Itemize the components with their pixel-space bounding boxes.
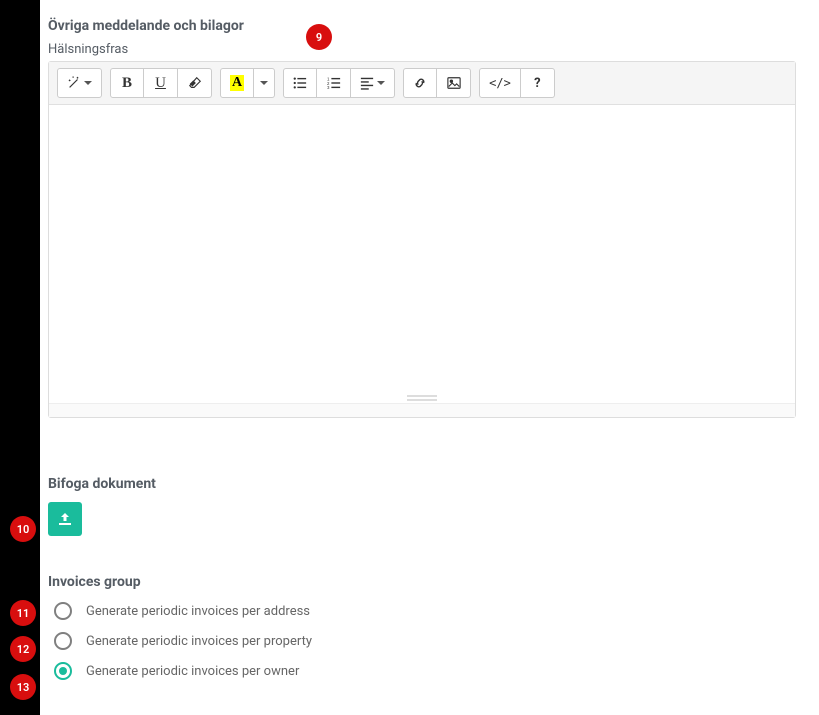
eraser-button[interactable] [178, 68, 212, 98]
bold-button[interactable]: B [110, 68, 144, 98]
caret-down-icon [260, 81, 268, 85]
radio-unchecked-icon[interactable] [54, 602, 72, 620]
greeting-label: Hälsningsfras [48, 42, 819, 57]
radio-unchecked-icon[interactable] [54, 632, 72, 650]
radio-checked-icon[interactable] [54, 662, 72, 680]
invoice-option-owner[interactable]: Generate periodic invoices per owner [48, 662, 819, 680]
annotation-badge-10: 10 [10, 516, 36, 542]
editor-toolbar: B U A [49, 62, 795, 105]
ordered-list-icon: 1 2 3 [327, 76, 341, 90]
messages-heading: Övriga meddelande och bilagor [48, 18, 819, 34]
invoices-heading: Invoices group [48, 574, 819, 590]
editor-resize-handle[interactable] [49, 393, 795, 403]
invoice-option-property[interactable]: Generate periodic invoices per property [48, 632, 819, 650]
paragraph-align-button[interactable] [351, 68, 395, 98]
image-icon [447, 76, 461, 90]
annotation-badge-12: 12 [10, 636, 36, 662]
upload-icon [57, 511, 73, 527]
underline-button[interactable]: U [144, 68, 178, 98]
editor-footer [49, 403, 795, 417]
magic-wand-button[interactable] [57, 68, 102, 98]
align-icon [360, 76, 374, 90]
invoice-option-address[interactable]: Generate periodic invoices per address [48, 602, 819, 620]
annotation-badge-13: 13 [10, 674, 36, 700]
radio-label: Generate periodic invoices per owner [86, 664, 299, 679]
upload-button[interactable] [48, 502, 82, 536]
bold-icon: B [122, 75, 132, 92]
link-button[interactable] [403, 68, 437, 98]
magic-wand-icon [67, 76, 81, 90]
font-color-icon: A [230, 75, 244, 91]
svg-text:3: 3 [327, 85, 330, 90]
help-icon: ? [534, 76, 540, 91]
code-icon: </> [489, 76, 511, 90]
editor-content-area[interactable] [49, 105, 795, 393]
eraser-icon [188, 76, 202, 90]
unordered-list-button[interactable] [283, 68, 317, 98]
font-color-dropdown[interactable] [254, 68, 275, 98]
image-button[interactable] [437, 68, 471, 98]
attach-heading: Bifoga dokument [48, 476, 819, 492]
annotation-badge-11: 11 [10, 600, 36, 626]
link-icon [413, 76, 427, 90]
font-color-button[interactable]: A [220, 68, 254, 98]
help-button[interactable]: ? [521, 68, 555, 98]
annotation-badge-9: 9 [306, 24, 332, 50]
ordered-list-button[interactable]: 1 2 3 [317, 68, 351, 98]
underline-icon: U [155, 75, 166, 92]
caret-down-icon [377, 81, 385, 85]
unordered-list-icon [293, 76, 307, 90]
radio-label: Generate periodic invoices per address [86, 604, 310, 619]
code-view-button[interactable]: </> [479, 68, 521, 98]
caret-down-icon [84, 81, 92, 85]
radio-label: Generate periodic invoices per property [86, 634, 312, 649]
rich-text-editor: B U A [48, 61, 796, 418]
